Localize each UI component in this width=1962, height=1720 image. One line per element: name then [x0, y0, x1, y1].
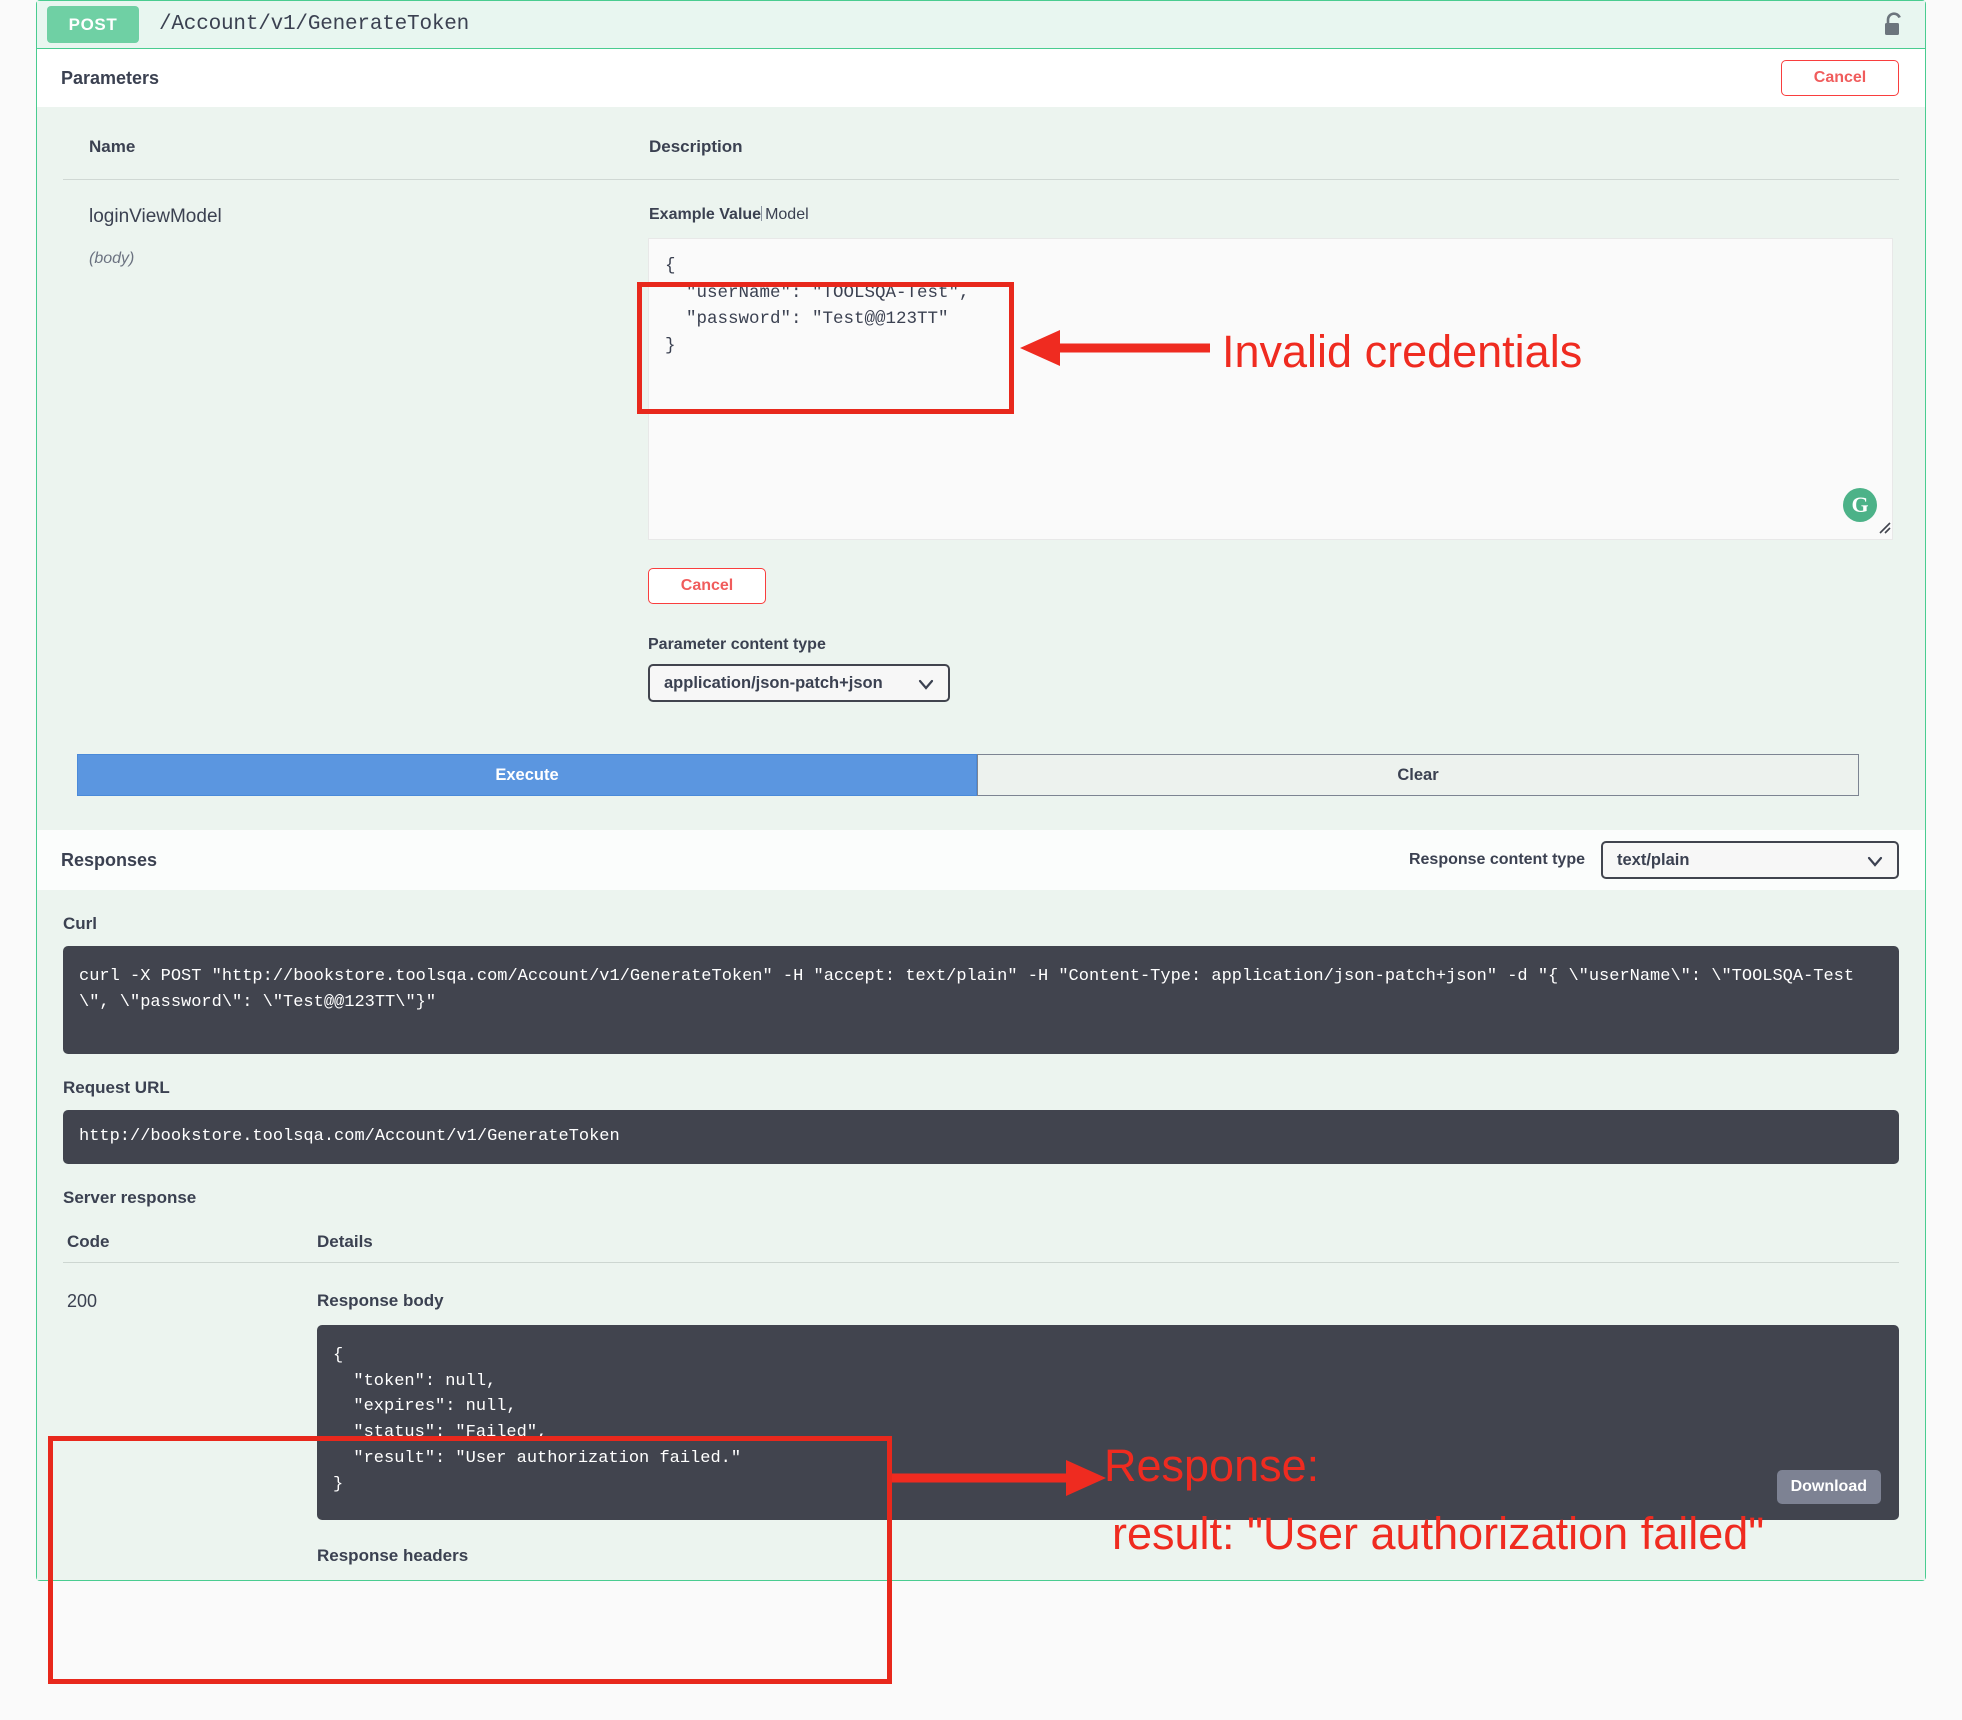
server-response-table-header: Code Details	[63, 1208, 1899, 1263]
parameters-table-header: Name Description	[63, 129, 1899, 180]
column-header-code: Code	[67, 1231, 110, 1251]
parameter-location: (body)	[89, 250, 135, 267]
server-response-label: Server response	[63, 1187, 197, 1207]
response-details-cell: Response body { "token": null, "expires"…	[317, 1291, 1899, 1566]
execute-clear-row: Execute Clear	[77, 754, 1899, 830]
curl-label: Curl	[63, 914, 97, 933]
chevron-down-icon	[918, 679, 934, 690]
request-url-label: Request URL	[63, 1078, 170, 1097]
column-header-details: Details	[317, 1231, 373, 1251]
http-method-badge: POST	[47, 6, 139, 43]
parameters-header: Parameters Cancel	[37, 49, 1925, 107]
request-url-value: http://bookstore.toolsqa.com/Account/v1/…	[63, 1110, 1899, 1164]
parameter-name-cell: loginViewModel (body)	[89, 206, 648, 702]
response-headers-label: Response headers	[317, 1545, 469, 1565]
cancel-button-body[interactable]: Cancel	[648, 568, 766, 604]
response-content-type-value: text/plain	[1617, 850, 1690, 869]
operation-block: POST /Account/v1/GenerateToken Parameter…	[36, 0, 1926, 1581]
parameter-row: loginViewModel (body) Example Value Model…	[63, 180, 1899, 702]
response-content-type-label: Response content type	[1408, 851, 1585, 868]
request-body-textarea[interactable]: { "userName": "TOOLSQA-Test", "password"…	[648, 238, 1893, 540]
operation-path: /Account/v1/GenerateToken	[159, 13, 470, 36]
curl-command: curl -X POST "http://bookstore.toolsqa.c…	[63, 946, 1899, 1054]
response-body-value: { "token": null, "expires": null, "statu…	[317, 1324, 1899, 1520]
swagger-ui-page: POST /Account/v1/GenerateToken Parameter…	[0, 0, 1962, 1720]
padlock-open-icon[interactable]	[1881, 11, 1907, 38]
response-content-type-select[interactable]: text/plain	[1601, 841, 1899, 879]
column-header-name: Name	[89, 137, 136, 156]
clear-button[interactable]: Clear	[977, 754, 1859, 796]
responses-header: Responses Response content type text/pla…	[37, 830, 1925, 890]
parameter-name: loginViewModel	[89, 206, 222, 227]
execute-button[interactable]: Execute	[77, 754, 977, 796]
download-button[interactable]: Download	[1776, 1469, 1881, 1504]
parameters-title: Parameters	[61, 67, 160, 88]
parameters-body: Name Description loginViewModel (body) E…	[37, 107, 1925, 830]
operation-summary-bar[interactable]: POST /Account/v1/GenerateToken	[37, 1, 1925, 49]
response-body-label: Response body	[317, 1290, 444, 1310]
grammarly-icon[interactable]: G	[1843, 488, 1877, 522]
resize-handle-icon[interactable]	[1875, 518, 1891, 534]
parameter-content-type-label: Parameter content type	[648, 636, 826, 653]
parameter-description-cell: Example Value Model { "userName": "TOOLSQ…	[648, 206, 1899, 702]
text-caret-icon	[761, 206, 763, 221]
response-code: 200	[67, 1290, 98, 1311]
response-content-type-wrap: Response content type text/plain	[1409, 841, 1899, 879]
parameter-content-type-select[interactable]: application/json-patch+json	[648, 664, 950, 702]
parameter-content-type-value: application/json-patch+json	[664, 673, 883, 692]
responses-body: Curl curl -X POST "http://bookstore.tool…	[37, 890, 1925, 1580]
column-header-description: Description	[649, 137, 743, 156]
tab-model[interactable]: Model	[765, 206, 809, 223]
chevron-down-icon	[1867, 856, 1883, 867]
response-body-box: { "token": null, "expires": null, "statu…	[317, 1324, 1899, 1520]
server-response-row: 200 Response body { "token": null, "expi…	[63, 1263, 1899, 1566]
example-model-tabs[interactable]: Example Value Model	[648, 206, 1893, 224]
cancel-button-top[interactable]: Cancel	[1781, 60, 1899, 96]
tab-example-value[interactable]: Example Value	[649, 206, 761, 223]
responses-title: Responses	[61, 849, 158, 870]
